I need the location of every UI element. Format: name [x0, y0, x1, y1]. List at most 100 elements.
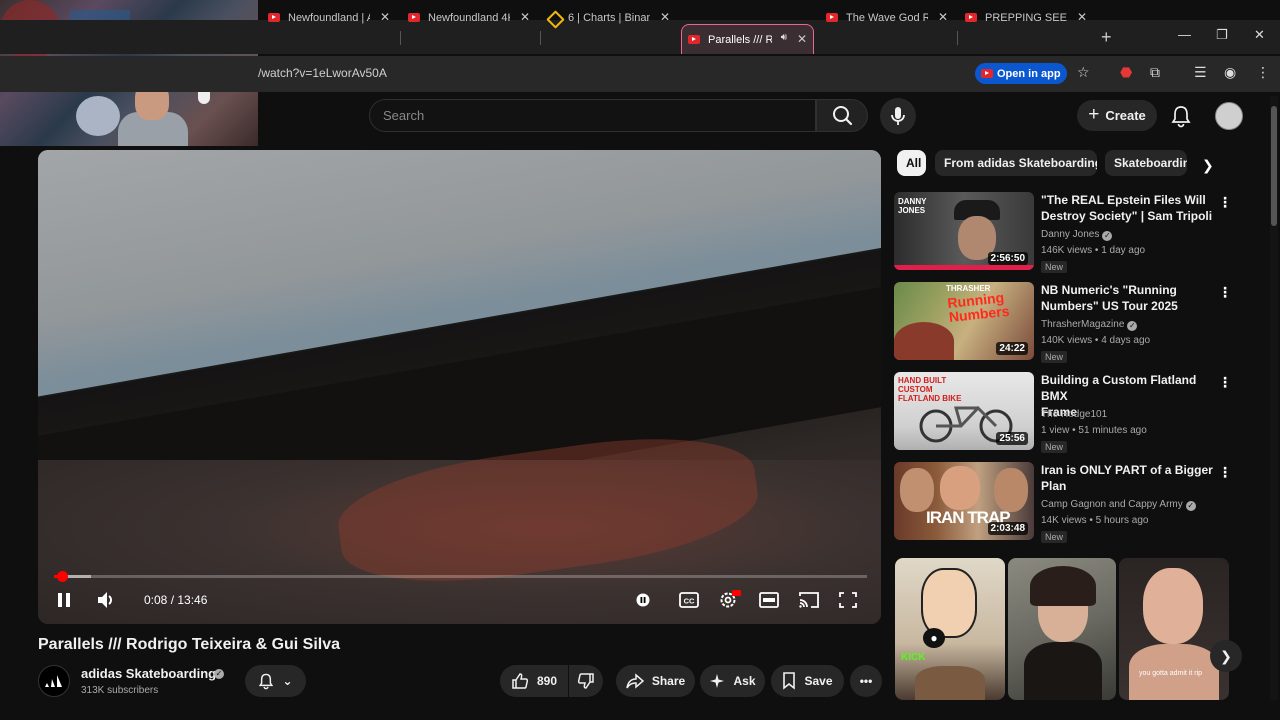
- progress-scrubber[interactable]: [56, 571, 68, 582]
- share-button[interactable]: Share: [616, 665, 695, 697]
- autoplay-icon: [636, 593, 650, 607]
- video-player[interactable]: [38, 150, 881, 624]
- open-in-app-button[interactable]: Open in app: [975, 63, 1067, 84]
- close-tab-icon[interactable]: ✕: [1077, 10, 1087, 24]
- voice-search-button[interactable]: [880, 98, 916, 134]
- dislike-button[interactable]: [569, 665, 603, 697]
- notifications-button[interactable]: [1170, 104, 1192, 133]
- browser-tab-1[interactable]: Newfoundland | A ✕: [268, 4, 396, 31]
- autoplay-toggle[interactable]: [635, 593, 651, 612]
- tab-title: Parallels /// Ro: [708, 33, 772, 46]
- recommendation-item[interactable]: DANNY JONES 2:56:50 "The REAL Epstein Fi…: [894, 192, 1234, 273]
- account-avatar[interactable]: [1215, 102, 1243, 130]
- verified-icon: ✓: [1102, 231, 1113, 241]
- subscribed-notifications-button[interactable]: ⌄: [245, 665, 306, 697]
- short-thumbnail[interactable]: [1008, 558, 1116, 700]
- more-vert-icon[interactable]: ⋮: [1218, 194, 1232, 211]
- minimize-icon[interactable]: —: [1178, 27, 1191, 42]
- channel-avatar[interactable]: [38, 665, 70, 697]
- binance-favicon-icon: [548, 12, 560, 24]
- settings-button[interactable]: [719, 590, 741, 615]
- miniplayer-button[interactable]: [759, 592, 779, 613]
- create-button[interactable]: + Create: [1077, 100, 1157, 131]
- more-vert-icon[interactable]: ⋮: [1218, 284, 1232, 301]
- ask-button[interactable]: Ask: [700, 665, 765, 697]
- more-vert-icon[interactable]: ⋮: [1218, 374, 1232, 391]
- page-scrollbar[interactable]: [1270, 96, 1278, 700]
- thumbs-down-icon: [577, 673, 594, 689]
- microphone-icon: [891, 107, 905, 125]
- new-tab-button[interactable]: +: [1101, 27, 1112, 48]
- video-title[interactable]: "The REAL Epstein Files Will Destroy Soc…: [1041, 192, 1213, 224]
- video-thumbnail[interactable]: DANNY JONES 2:56:50: [894, 192, 1034, 270]
- restore-icon[interactable]: ❐: [1216, 27, 1228, 43]
- pause-button[interactable]: [56, 592, 72, 613]
- recommendation-item[interactable]: IRAN TRAP 2:03:48 Iran is ONLY PART of a…: [894, 462, 1234, 543]
- speaker-icon[interactable]: 🔊︎: [781, 32, 787, 43]
- close-window-icon[interactable]: ✕: [1254, 27, 1265, 43]
- channel-name[interactable]: Camp Gagnon and Cappy Army ✓: [1041, 499, 1196, 511]
- video-duration: 24:22: [996, 342, 1028, 355]
- profile-icon[interactable]: ◉: [1224, 64, 1236, 81]
- youtube-logo-icon: [981, 69, 993, 78]
- pause-icon: [58, 593, 70, 607]
- video-title[interactable]: NB Numeric's "Running Numbers" US Tour 2…: [1041, 282, 1213, 314]
- video-title[interactable]: Iran is ONLY PART of a Bigger Plan: [1041, 462, 1213, 494]
- cast-button[interactable]: [799, 592, 819, 613]
- url-field[interactable]: /watch?v=1eLworAv50A: [258, 66, 387, 80]
- video-duration: 2:56:50: [987, 252, 1028, 265]
- browser-tab-3[interactable]: 6 | Charts | Binance ✕: [548, 4, 676, 31]
- search-icon: [833, 106, 853, 126]
- youtube-favicon-icon: [688, 35, 700, 44]
- close-tab-icon[interactable]: ✕: [520, 10, 530, 24]
- chip-from-channel[interactable]: From adidas Skateboarding: [935, 150, 1097, 176]
- subtitles-button[interactable]: CC: [679, 592, 699, 613]
- channel-name[interactable]: Danny Jones ✓: [1041, 229, 1113, 241]
- browser-tab-6[interactable]: PREPPING SEEDS ✕: [965, 4, 1093, 31]
- video-thumbnail[interactable]: THRASHER Running Numbers 24:22: [894, 282, 1034, 360]
- search-button[interactable]: [816, 99, 868, 132]
- chevron-right-icon[interactable]: ❯: [1202, 157, 1214, 174]
- chevron-down-icon: ⌄: [282, 674, 293, 688]
- fullscreen-icon: [839, 592, 857, 608]
- chip-skateboarding[interactable]: Skateboarding: [1105, 150, 1187, 176]
- channel-name[interactable]: The Hodge101: [1041, 409, 1107, 420]
- recommendation-item[interactable]: HAND BUILT CUSTOM FLATLAND BIKE 25:56 Bu…: [894, 372, 1234, 453]
- close-tab-icon[interactable]: ✕: [660, 10, 670, 24]
- more-actions-button[interactable]: •••: [850, 665, 882, 697]
- bookmark-star-icon[interactable]: ☆: [1077, 64, 1090, 81]
- like-button[interactable]: 890: [500, 665, 568, 697]
- save-button[interactable]: Save: [771, 665, 844, 697]
- browser-tab-2[interactable]: Newfoundland 4K ✕: [408, 4, 536, 31]
- tab-title: 6 | Charts | Binance: [568, 11, 650, 24]
- bell-icon: [259, 673, 274, 690]
- short-thumbnail[interactable]: you gotta admit it rip: [1119, 558, 1229, 700]
- browser-tab-5[interactable]: The Wave God Re ✕: [826, 4, 954, 31]
- video-progress-bar[interactable]: [54, 571, 867, 582]
- video-thumbnail[interactable]: HAND BUILT CUSTOM FLATLAND BIKE 25:56: [894, 372, 1034, 450]
- shorts-next-button[interactable]: ❯: [1210, 640, 1242, 672]
- video-thumbnail[interactable]: IRAN TRAP 2:03:48: [894, 462, 1034, 540]
- close-tab-icon[interactable]: ✕: [797, 32, 807, 46]
- chip-all[interactable]: All: [897, 150, 926, 176]
- video-meta: 146K views • 1 day ago: [1041, 245, 1146, 256]
- verified-icon: ✓: [1185, 501, 1196, 511]
- tab-title: The Wave God Re: [846, 11, 928, 24]
- fullscreen-button[interactable]: [839, 592, 857, 613]
- like-count: 890: [536, 674, 558, 688]
- close-tab-icon[interactable]: ✕: [938, 10, 948, 24]
- search-input[interactable]: Search: [369, 99, 816, 132]
- close-tab-icon[interactable]: ✕: [380, 10, 390, 24]
- browser-tab-4-active[interactable]: Parallels /// Ro 🔊︎ ✕: [681, 24, 814, 54]
- extension-red-icon[interactable]: ⬣: [1120, 64, 1132, 81]
- chevron-right-icon: ❯: [1220, 647, 1232, 664]
- recommendation-item[interactable]: THRASHER Running Numbers 24:22 NB Numeri…: [894, 282, 1234, 363]
- volume-button[interactable]: [96, 591, 116, 614]
- browser-menu-icon[interactable]: ⋮: [1256, 64, 1270, 81]
- channel-name[interactable]: adidas Skateboarding: [81, 666, 216, 681]
- extensions-puzzle-icon[interactable]: ⧉: [1150, 64, 1160, 81]
- more-vert-icon[interactable]: ⋮: [1218, 464, 1232, 481]
- media-control-icon[interactable]: ☰: [1194, 64, 1207, 81]
- short-thumbnail[interactable]: ● KICK: [895, 558, 1005, 700]
- channel-name[interactable]: ThrasherMagazine ✓: [1041, 319, 1138, 331]
